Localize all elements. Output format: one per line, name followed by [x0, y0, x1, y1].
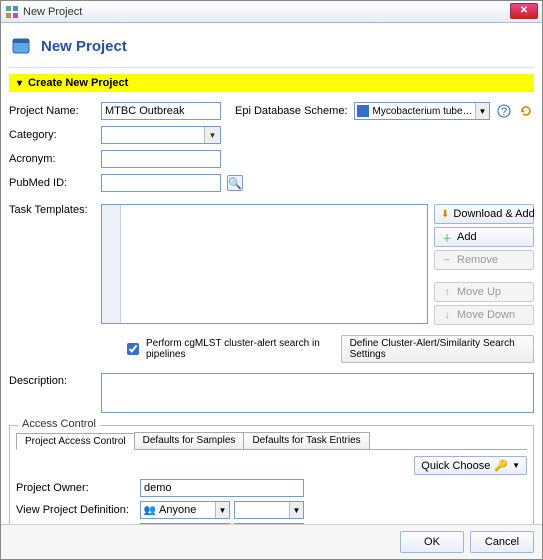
download-icon: ⬇: [441, 209, 449, 220]
add-button[interactable]: ＋ Add: [434, 227, 534, 247]
titlebar: New Project ✕: [1, 1, 542, 23]
download-add-button[interactable]: ⬇ Download & Add: [434, 204, 534, 224]
header-band: New Project: [9, 29, 534, 68]
arrow-up-icon: ↑: [441, 287, 453, 298]
project-name-input[interactable]: [101, 102, 221, 120]
arrow-down-icon: ↓: [441, 310, 453, 321]
edit-def-extra-select[interactable]: ▼: [234, 523, 304, 524]
scheme-help-button[interactable]: ?: [496, 103, 512, 119]
app-icon: [5, 5, 19, 19]
access-tabs: Project Access Control Defaults for Samp…: [16, 432, 527, 450]
cluster-settings-button[interactable]: Define Cluster-Alert/Similarity Search S…: [341, 335, 534, 363]
owner-label: Project Owner:: [16, 482, 136, 494]
users-icon: 👥: [144, 504, 156, 516]
acronym-input[interactable]: [101, 150, 221, 168]
templates-label: Task Templates:: [9, 202, 95, 325]
move-up-button: ↑ Move Up: [434, 282, 534, 302]
cgmlst-checkbox-input[interactable]: [127, 343, 139, 355]
edit-def-role-select[interactable]: 👥 Anyone ▼: [140, 523, 230, 524]
plus-icon: ＋: [441, 230, 453, 245]
category-select[interactable]: ▼: [101, 126, 221, 144]
owner-input[interactable]: [140, 479, 304, 497]
epi-scheme-select[interactable]: Mycobacterium tuberculosis/bovis/african…: [354, 102, 490, 120]
tab-defaults-samples[interactable]: Defaults for Samples: [134, 432, 245, 449]
chevron-down-icon: ▼: [215, 502, 229, 518]
chevron-down-icon: ▼: [512, 461, 520, 470]
chevron-down-icon: ▼: [475, 103, 489, 119]
project-icon: [11, 35, 33, 57]
chevron-down-icon: ▼: [289, 502, 303, 518]
section-banner: ▾ Create New Project: [9, 74, 534, 92]
pubmed-lookup-button[interactable]: 🔍: [227, 175, 243, 191]
quick-choose-button[interactable]: Quick Choose 🔑 ▼: [414, 456, 527, 475]
tab-project-access[interactable]: Project Access Control: [16, 433, 135, 450]
close-button[interactable]: ✕: [510, 3, 538, 19]
epi-scheme-value: Mycobacterium tuberculosis/bovis/african…: [373, 106, 475, 117]
section-banner-text: Create New Project: [28, 77, 128, 89]
chevron-down-icon: ▾: [17, 78, 22, 89]
tab-defaults-task-entries[interactable]: Defaults for Task Entries: [243, 432, 369, 449]
description-label: Description:: [9, 373, 95, 413]
epi-scheme-label: Epi Database Scheme:: [235, 105, 348, 117]
view-def-role-select[interactable]: 👥 Anyone ▼: [140, 501, 230, 519]
scheme-icon: [357, 105, 369, 117]
templates-listbox[interactable]: [101, 204, 428, 324]
acronym-label: Acronym:: [9, 153, 95, 165]
svg-text:?: ?: [501, 106, 507, 118]
page-title: New Project: [41, 38, 127, 55]
pubmed-input[interactable]: [101, 174, 221, 192]
project-name-label: Project Name:: [9, 105, 95, 117]
remove-button: − Remove: [434, 250, 534, 270]
window-title: New Project: [23, 6, 82, 18]
dialog-footer: OK Cancel: [1, 524, 542, 559]
cancel-button[interactable]: Cancel: [470, 531, 534, 553]
ok-button[interactable]: OK: [400, 531, 464, 553]
pubmed-label: PubMed ID:: [9, 177, 95, 189]
access-control-legend: Access Control: [18, 418, 100, 430]
cgmlst-checkbox[interactable]: Perform cgMLST cluster-alert search in p…: [123, 338, 329, 360]
chevron-down-icon: ▼: [204, 127, 220, 143]
scheme-refresh-button[interactable]: [518, 103, 534, 119]
move-down-button: ↓ Move Down: [434, 305, 534, 325]
category-label: Category:: [9, 129, 95, 141]
minus-icon: −: [441, 255, 453, 266]
access-control-fieldset: Access Control Project Access Control De…: [9, 425, 534, 524]
view-def-label: View Project Definition:: [16, 504, 136, 516]
key-icon: 🔑: [494, 459, 508, 472]
description-textarea[interactable]: [101, 373, 534, 413]
view-def-extra-select[interactable]: ▼: [234, 501, 304, 519]
